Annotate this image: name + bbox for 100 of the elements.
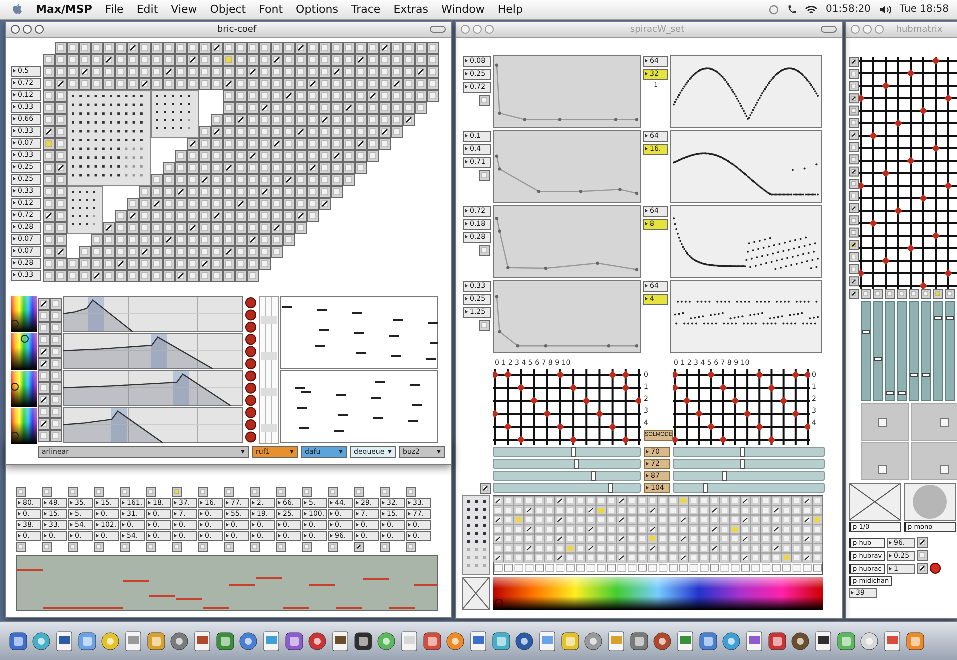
- toggle[interactable]: [120, 487, 130, 497]
- toggle[interactable]: [302, 487, 312, 497]
- app-icon[interactable]: [652, 630, 673, 652]
- app-icon[interactable]: [767, 630, 788, 652]
- toggle[interactable]: [479, 320, 491, 331]
- node-matrix-drawing[interactable]: [859, 57, 957, 289]
- close-button[interactable]: [11, 25, 20, 34]
- toggle[interactable]: [380, 542, 390, 552]
- app-icon[interactable]: [31, 630, 52, 652]
- app-icon[interactable]: [100, 630, 121, 652]
- app-icon[interactable]: [445, 630, 466, 652]
- fader-thumb[interactable]: [922, 372, 930, 376]
- fader-thumb[interactable]: [898, 391, 906, 396]
- toggle[interactable]: [146, 542, 156, 552]
- slider[interactable]: [673, 483, 825, 493]
- envelope-drawing[interactable]: [63, 333, 243, 369]
- lamp-button[interactable]: [930, 563, 941, 574]
- menu-item[interactable]: Object: [210, 3, 246, 16]
- toggle[interactable]: [276, 487, 286, 497]
- toggle[interactable]: [406, 542, 416, 552]
- toggle-row-drawing[interactable]: [849, 289, 957, 299]
- toggle[interactable]: [479, 245, 491, 256]
- toggle[interactable]: [328, 487, 338, 497]
- color-picker[interactable]: [11, 408, 37, 444]
- button-column-drawing[interactable]: [244, 296, 258, 444]
- app-icon[interactable]: [813, 630, 834, 652]
- app-menu[interactable]: Max/MSP: [36, 3, 92, 16]
- date-time[interactable]: Tue 18:58: [900, 4, 949, 15]
- toggle[interactable]: [16, 487, 26, 497]
- toggle[interactable]: [68, 542, 78, 552]
- minimize-button[interactable]: [23, 25, 32, 34]
- toggle[interactable]: [250, 542, 260, 552]
- toggle[interactable]: [917, 550, 928, 561]
- node-matrix-drawing[interactable]: [493, 369, 641, 445]
- toggle[interactable]: [42, 542, 52, 552]
- toggle[interactable]: [479, 170, 491, 181]
- phone-icon[interactable]: [787, 4, 797, 15]
- app-icon[interactable]: [859, 630, 880, 652]
- toggle[interactable]: [42, 487, 52, 497]
- slider[interactable]: [493, 447, 641, 457]
- line-graph-drawing[interactable]: [493, 55, 641, 128]
- control-grid-drawing[interactable]: [43, 42, 439, 282]
- toggle[interactable]: [198, 542, 208, 552]
- toggle[interactable]: [917, 537, 928, 548]
- wifi-icon[interactable]: [805, 4, 818, 14]
- menu-item[interactable]: Options: [296, 3, 338, 16]
- scatter-plot-drawing[interactable]: [670, 280, 822, 353]
- envelope-drawing[interactable]: [63, 370, 243, 406]
- slider[interactable]: [673, 459, 825, 469]
- menu-item[interactable]: Extras: [394, 3, 428, 16]
- slider[interactable]: [493, 483, 641, 493]
- menu-item[interactable]: Trace: [352, 3, 381, 16]
- toggle[interactable]: [172, 542, 182, 552]
- toggle[interactable]: [354, 487, 364, 497]
- app-icon[interactable]: [514, 630, 535, 652]
- toolbar-button[interactable]: [430, 26, 446, 33]
- menu-item[interactable]: Font: [259, 3, 284, 16]
- scatter-plot-drawing[interactable]: [670, 130, 822, 203]
- slider-thumb[interactable]: [590, 471, 596, 481]
- app-icon[interactable]: [698, 630, 719, 652]
- toggle[interactable]: [480, 482, 491, 494]
- cross-box-icon[interactable]: [849, 483, 901, 521]
- slider[interactable]: [673, 471, 825, 481]
- line-graph-drawing[interactable]: [493, 205, 641, 278]
- app-icon[interactable]: [215, 630, 236, 652]
- app-icon[interactable]: [8, 630, 29, 652]
- slider[interactable]: [493, 459, 641, 469]
- toggle[interactable]: [224, 542, 234, 552]
- app-icon[interactable]: [330, 630, 351, 652]
- toggle-column-drawing[interactable]: [849, 57, 859, 289]
- line-graph-drawing[interactable]: [493, 130, 641, 203]
- app-icon[interactable]: [307, 630, 328, 652]
- toggle[interactable]: [120, 542, 130, 552]
- circle-icon[interactable]: [769, 4, 779, 14]
- step-grid-drawing[interactable]: [493, 495, 823, 575]
- fader-thumb[interactable]: [874, 356, 882, 361]
- menu-item[interactable]: Help: [498, 3, 523, 16]
- note-plot-drawing[interactable]: [280, 370, 438, 443]
- menu-item[interactable]: Edit: [136, 3, 158, 16]
- color-picker[interactable]: [11, 370, 37, 407]
- app-icon[interactable]: [238, 630, 259, 652]
- slider-thumb[interactable]: [608, 483, 613, 493]
- app-icon[interactable]: [721, 630, 742, 652]
- app-icon[interactable]: [54, 630, 75, 652]
- slider-thumb[interactable]: [574, 459, 579, 469]
- slider-thumb[interactable]: [703, 483, 708, 493]
- fader-thumb[interactable]: [862, 330, 870, 334]
- dot-matrix-drawing[interactable]: [462, 495, 490, 575]
- menu-item[interactable]: View: [171, 3, 198, 16]
- app-icon[interactable]: [169, 630, 190, 652]
- toggle[interactable]: [406, 487, 416, 497]
- toggle[interactable]: [172, 487, 182, 497]
- toolbar-button[interactable]: [821, 26, 837, 33]
- scatter-plot-drawing[interactable]: [670, 55, 822, 128]
- toggle[interactable]: [146, 487, 156, 497]
- speaker-icon[interactable]: [878, 4, 892, 14]
- note-plot-drawing[interactable]: [280, 296, 438, 369]
- toggle[interactable]: [224, 487, 234, 497]
- toggle-column-drawing[interactable]: [38, 296, 62, 444]
- toggle[interactable]: [917, 563, 928, 574]
